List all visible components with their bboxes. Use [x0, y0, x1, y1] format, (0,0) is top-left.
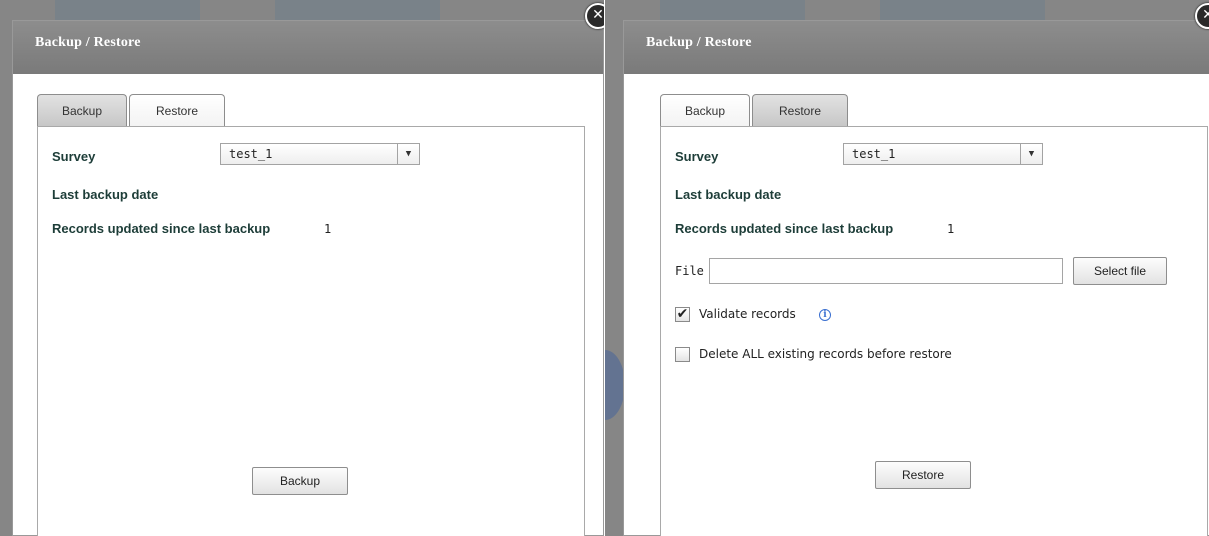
tab-backup[interactable]: Backup	[660, 94, 750, 126]
info-icon[interactable]: i	[819, 309, 831, 321]
last-backup-date-label: Last backup date	[52, 187, 159, 202]
records-updated-label: Records updated since last backup	[675, 221, 894, 236]
survey-select-value: test_1	[852, 147, 896, 161]
records-updated-count: 1	[324, 222, 332, 236]
survey-select[interactable]: test_1 ▼	[843, 143, 1043, 165]
delete-existing-records-checkbox[interactable]	[675, 347, 690, 362]
delete-existing-records-label: Delete ALL existing records before resto…	[699, 347, 952, 361]
backup-restore-dialog: Backup / Restore Backup Restore Survey t…	[12, 20, 604, 536]
survey-label: Survey	[675, 149, 719, 164]
file-path-input[interactable]	[709, 258, 1063, 284]
restore-tab-screenshot: Backup / Restore Backup Restore Survey t…	[605, 0, 1209, 536]
tab-backup[interactable]: Backup	[37, 94, 127, 126]
backup-button[interactable]: Backup	[252, 467, 348, 495]
survey-select-value: test_1	[229, 147, 273, 161]
select-file-button[interactable]: Select file	[1073, 257, 1167, 285]
backup-tab-screenshot: Backup / Restore Backup Restore Survey t…	[0, 0, 604, 536]
chevron-down-icon[interactable]: ▼	[1020, 144, 1042, 164]
file-label: File	[675, 264, 704, 278]
tab-restore[interactable]: Restore	[129, 94, 225, 126]
background-shape	[605, 350, 625, 420]
records-updated-count: 1	[947, 222, 955, 236]
last-backup-date-label: Last backup date	[675, 187, 782, 202]
restore-button[interactable]: Restore	[875, 461, 971, 489]
dialog-body: Backup Restore Survey test_1 ▼ Last back…	[624, 74, 1209, 536]
validate-records-label: Validate records	[699, 307, 796, 321]
survey-select[interactable]: test_1 ▼	[220, 143, 420, 165]
dialog-title: Backup / Restore	[624, 21, 1209, 74]
survey-label: Survey	[52, 149, 96, 164]
checkmark-icon: ✔	[676, 306, 689, 322]
dialog-title: Backup / Restore	[13, 21, 603, 74]
records-updated-label: Records updated since last backup	[52, 221, 271, 236]
validate-records-checkbox[interactable]: ✔	[675, 307, 690, 322]
dialog-body: Backup Restore Survey test_1 ▼ Last back…	[13, 74, 603, 536]
close-icon[interactable]: ✕	[585, 3, 604, 29]
backup-restore-dialog: Backup / Restore Backup Restore Survey t…	[623, 20, 1209, 536]
tab-content: Survey test_1 ▼ Last backup date Records…	[37, 126, 585, 536]
tab-restore[interactable]: Restore	[752, 94, 848, 126]
tab-content: Survey test_1 ▼ Last backup date Records…	[660, 126, 1208, 536]
chevron-down-icon[interactable]: ▼	[397, 144, 419, 164]
